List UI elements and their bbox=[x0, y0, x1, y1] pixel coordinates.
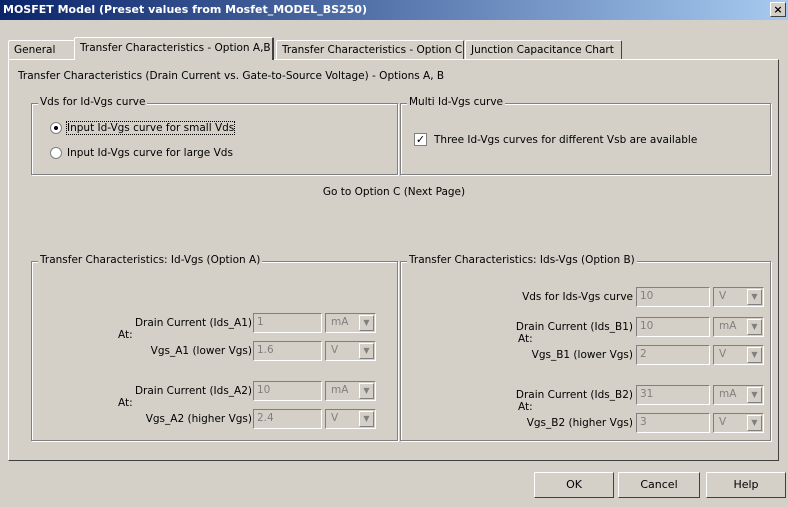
radio-large-vds-label: Input Id-Vgs curve for large Vds bbox=[67, 147, 233, 159]
vgs-b1-unit[interactable]: V ▼ bbox=[713, 345, 764, 365]
cancel-button[interactable]: Cancel bbox=[618, 472, 700, 498]
drain-current-b2-input[interactable]: 31 bbox=[636, 385, 710, 405]
page-heading: Transfer Characteristics (Drain Current … bbox=[18, 70, 445, 82]
drain-current-b2-unit[interactable]: mA ▼ bbox=[713, 385, 764, 405]
vgs-b1-input[interactable]: 2 bbox=[636, 345, 710, 365]
chevron-down-icon[interactable]: ▼ bbox=[747, 387, 762, 403]
tab-transfer-ab[interactable]: Transfer Characteristics - Option A,B bbox=[74, 37, 274, 60]
unit-label: V bbox=[719, 348, 727, 360]
checkbox-three-curves[interactable]: ✓ Three Id-Vgs curves for different Vsb … bbox=[414, 133, 697, 146]
unit-label: mA bbox=[719, 320, 737, 332]
at-label: At: bbox=[118, 329, 133, 341]
chevron-down-icon[interactable]: ▼ bbox=[359, 315, 374, 331]
at-label: At: bbox=[518, 333, 533, 345]
drain-current-a1-unit[interactable]: mA ▼ bbox=[325, 313, 376, 333]
drain-current-a2-label: Drain Current (Ids_A2) bbox=[134, 385, 252, 397]
vds-group-legend: Vds for Id-Vgs curve bbox=[38, 96, 148, 108]
drain-current-a1-label: Drain Current (Ids_A1) bbox=[134, 317, 252, 329]
unit-label: mA bbox=[331, 316, 349, 328]
tab-junction-capacitance[interactable]: Junction Capacitance Chart bbox=[465, 40, 622, 59]
vgs-b1-label: Vgs_B1 (lower Vgs) bbox=[531, 349, 633, 361]
radio-button-checked[interactable] bbox=[50, 122, 62, 134]
radio-small-vds[interactable]: Input Id-Vgs curve for small Vds bbox=[50, 121, 236, 135]
chevron-down-icon[interactable]: ▼ bbox=[747, 319, 762, 335]
option-b-legend: Transfer Characteristics: Ids-Vgs (Optio… bbox=[407, 254, 637, 266]
chevron-down-icon[interactable]: ▼ bbox=[747, 289, 762, 305]
vds-ids-vgs-input[interactable]: 10 bbox=[636, 287, 710, 307]
vgs-a1-label: Vgs_A1 (lower Vgs) bbox=[150, 345, 252, 357]
unit-label: mA bbox=[719, 388, 737, 400]
tab-transfer-c[interactable]: Transfer Characteristics - Option C bbox=[276, 40, 464, 59]
vgs-a1-unit[interactable]: V ▼ bbox=[325, 341, 376, 361]
vgs-a2-label: Vgs_A2 (higher Vgs) bbox=[145, 413, 252, 425]
chevron-down-icon[interactable]: ▼ bbox=[359, 411, 374, 427]
drain-current-b1-unit[interactable]: mA ▼ bbox=[713, 317, 764, 337]
goto-option-c-link[interactable]: Go to Option C (Next Page) bbox=[0, 186, 788, 198]
ok-button[interactable]: OK bbox=[534, 472, 614, 498]
chevron-down-icon[interactable]: ▼ bbox=[747, 415, 762, 431]
vds-ids-vgs-label: Vds for Ids-Vgs curve bbox=[522, 291, 633, 303]
vgs-b2-input[interactable]: 3 bbox=[636, 413, 710, 433]
radio-button[interactable] bbox=[50, 147, 62, 159]
unit-label: V bbox=[719, 290, 727, 302]
unit-label: V bbox=[331, 412, 339, 424]
unit-label: mA bbox=[331, 384, 349, 396]
vgs-a1-input[interactable]: 1.6 bbox=[253, 341, 322, 361]
unit-label: V bbox=[719, 416, 727, 428]
vds-group: Vds for Id-Vgs curve bbox=[31, 96, 398, 175]
at-label: At: bbox=[518, 401, 533, 413]
unit-label: V bbox=[331, 344, 339, 356]
vgs-a2-unit[interactable]: V ▼ bbox=[325, 409, 376, 429]
vds-ids-vgs-unit[interactable]: V ▼ bbox=[713, 287, 764, 307]
chevron-down-icon[interactable]: ▼ bbox=[359, 383, 374, 399]
drain-current-b2-label: Drain Current (Ids_B2) bbox=[515, 389, 633, 401]
option-a-legend: Transfer Characteristics: Id-Vgs (Option… bbox=[38, 254, 263, 266]
vgs-b2-label: Vgs_B2 (higher Vgs) bbox=[526, 417, 633, 429]
help-button[interactable]: Help bbox=[706, 472, 786, 498]
drain-current-a2-input[interactable]: 10 bbox=[253, 381, 322, 401]
chevron-down-icon[interactable]: ▼ bbox=[359, 343, 374, 359]
drain-current-b1-label: Drain Current (Ids_B1) bbox=[515, 321, 633, 333]
chevron-down-icon[interactable]: ▼ bbox=[747, 347, 762, 363]
vgs-a2-input[interactable]: 2.4 bbox=[253, 409, 322, 429]
drain-current-a2-unit[interactable]: mA ▼ bbox=[325, 381, 376, 401]
multi-group-legend: Multi Id-Vgs curve bbox=[407, 96, 506, 108]
drain-current-b1-input[interactable]: 10 bbox=[636, 317, 710, 337]
checkbox-three-curves-label: Three Id-Vgs curves for different Vsb ar… bbox=[434, 133, 698, 146]
drain-current-a1-input[interactable]: 1 bbox=[253, 313, 322, 333]
radio-small-vds-label: Input Id-Vgs curve for small Vds bbox=[65, 121, 236, 135]
close-button[interactable]: × bbox=[770, 2, 786, 17]
radio-large-vds[interactable]: Input Id-Vgs curve for large Vds bbox=[50, 147, 233, 159]
at-label: At: bbox=[118, 397, 133, 409]
tab-general[interactable]: General bbox=[8, 40, 76, 59]
title-bar: MOSFET Model (Preset values from Mosfet_… bbox=[0, 0, 788, 20]
vgs-b2-unit[interactable]: V ▼ bbox=[713, 413, 764, 433]
checkbox-checked[interactable]: ✓ bbox=[414, 133, 427, 146]
window-title: MOSFET Model (Preset values from Mosfet_… bbox=[3, 3, 367, 16]
